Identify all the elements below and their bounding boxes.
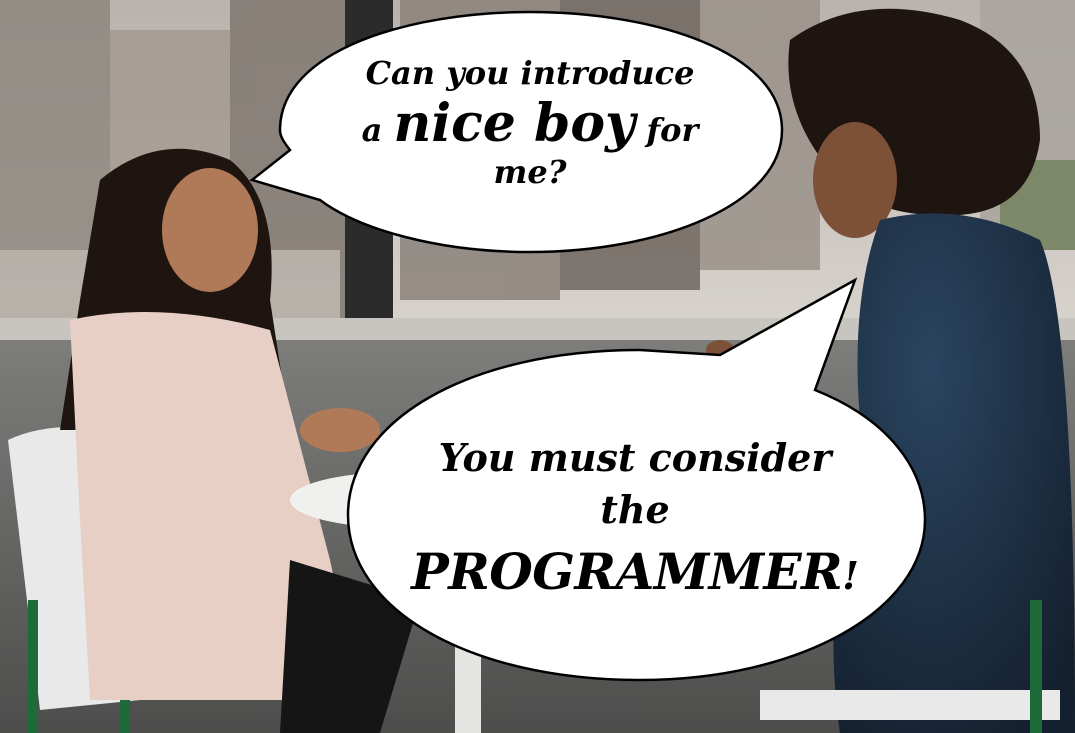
left-woman-hands bbox=[300, 408, 380, 452]
meme-scene: Can you introduce a nice boy for me? You… bbox=[0, 0, 1075, 733]
right-chair-seat bbox=[760, 690, 1060, 720]
speech-line: me? bbox=[493, 153, 567, 192]
left-woman-face bbox=[162, 168, 258, 292]
speech-line: a nice boy for bbox=[330, 93, 730, 154]
speech-line: the bbox=[600, 487, 670, 533]
speech-line: You must consider bbox=[438, 435, 832, 480]
speech-word: a bbox=[361, 110, 383, 149]
speech-line: Can you introduce bbox=[365, 54, 695, 92]
speech-emphasis: PROGRAMMER bbox=[411, 541, 843, 601]
speech-text-bottom: You must consider the PROGRAMMER! bbox=[395, 432, 875, 606]
speech-line: PROGRAMMER! bbox=[395, 537, 875, 606]
speech-word: for bbox=[646, 110, 699, 149]
speech-word: ! bbox=[842, 552, 859, 598]
speech-emphasis: nice boy bbox=[393, 92, 636, 154]
speech-text-top: Can you introduce a nice boy for me? bbox=[330, 54, 730, 192]
